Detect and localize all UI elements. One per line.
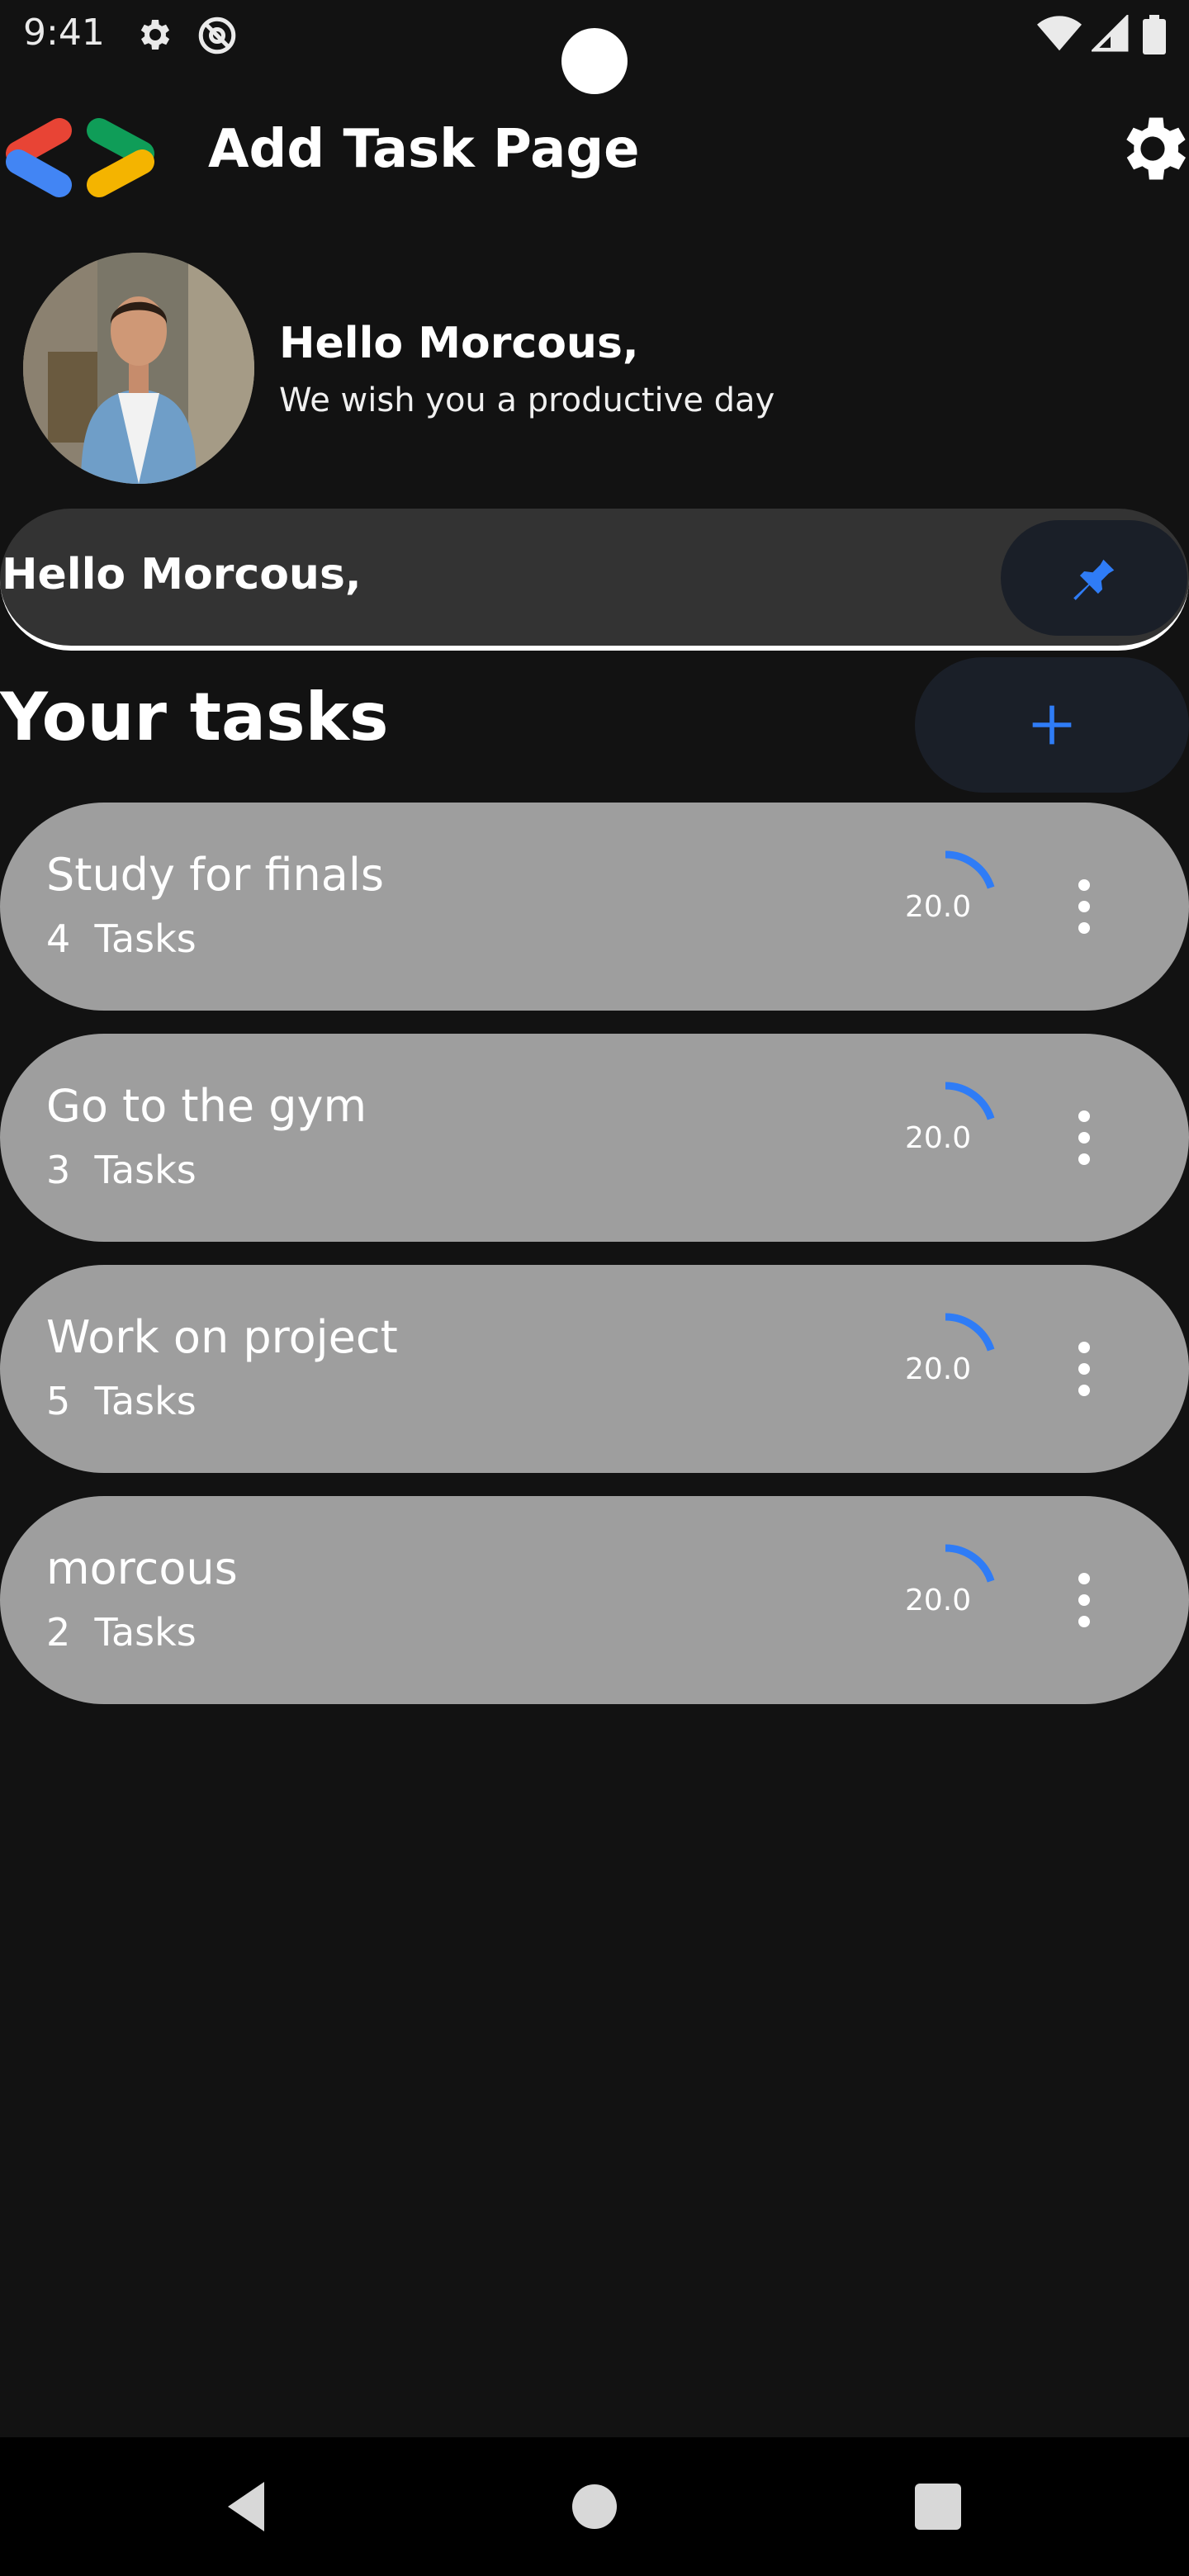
more-vert-icon[interactable] — [1062, 1336, 1106, 1402]
camera-cutout — [561, 28, 628, 94]
dev-chevrons-logo-icon — [0, 111, 165, 205]
task-card[interactable]: morcous 2 Tasks 20.0 — [0, 1496, 1189, 1704]
home-icon[interactable] — [561, 2474, 628, 2540]
plus-icon — [1032, 705, 1072, 745]
pin-icon — [1073, 559, 1115, 600]
task-title: morcous — [46, 1542, 238, 1594]
task-title: Work on project — [46, 1311, 398, 1363]
signal-icon — [1090, 13, 1130, 56]
task-count: 5 Tasks — [46, 1379, 197, 1423]
progress-label: 20.0 — [905, 1121, 972, 1155]
task-list: Study for finals 4 Tasks 20.0 Go to the … — [0, 803, 1189, 1727]
back-icon[interactable] — [216, 2474, 282, 2540]
avatar[interactable] — [23, 253, 254, 484]
progress-label: 20.0 — [905, 1352, 972, 1386]
more-vert-icon[interactable] — [1062, 1567, 1106, 1633]
more-vert-icon[interactable] — [1062, 874, 1106, 940]
progress-arc — [945, 850, 995, 889]
task-card[interactable]: Work on project 5 Tasks 20.0 — [0, 1265, 1189, 1473]
app-bar: Add Task Page — [0, 99, 1189, 206]
recents-icon[interactable] — [905, 2474, 971, 2540]
pin-button[interactable] — [1001, 520, 1187, 636]
task-card[interactable]: Study for finals 4 Tasks 20.0 — [0, 803, 1189, 1011]
progress-label: 20.0 — [905, 1584, 972, 1617]
progress-arc — [945, 1544, 995, 1583]
settings-button[interactable] — [1111, 107, 1189, 198]
task-count: 3 Tasks — [46, 1148, 197, 1192]
status-time: 9:41 — [23, 12, 105, 54]
task-input-bar[interactable]: Hello Morcous, — [0, 509, 1189, 651]
add-task-button[interactable] — [915, 657, 1189, 793]
progress-arc — [945, 1313, 995, 1352]
battery-icon — [1143, 15, 1166, 58]
at-sign-icon — [197, 15, 238, 59]
system-nav-bar — [0, 2437, 1189, 2576]
task-title: Study for finals — [46, 849, 384, 901]
tasks-heading: Your tasks — [0, 679, 389, 755]
greeting-subtitle: We wish you a productive day — [279, 381, 775, 419]
gear-icon — [1126, 117, 1186, 180]
more-vert-icon[interactable] — [1062, 1105, 1106, 1171]
task-count: 4 Tasks — [46, 916, 197, 961]
task-input-text[interactable]: Hello Morcous, — [2, 550, 362, 599]
wifi-icon — [1037, 15, 1082, 56]
progress-label: 20.0 — [905, 890, 972, 924]
greeting-name: Hello Morcous, — [279, 319, 639, 368]
progress-arc — [945, 1082, 995, 1120]
page-title: Add Task Page — [208, 119, 640, 180]
task-title: Go to the gym — [46, 1080, 367, 1132]
task-card[interactable]: Go to the gym 3 Tasks 20.0 — [0, 1034, 1189, 1242]
gear-icon — [134, 15, 173, 58]
task-count: 2 Tasks — [46, 1610, 197, 1655]
